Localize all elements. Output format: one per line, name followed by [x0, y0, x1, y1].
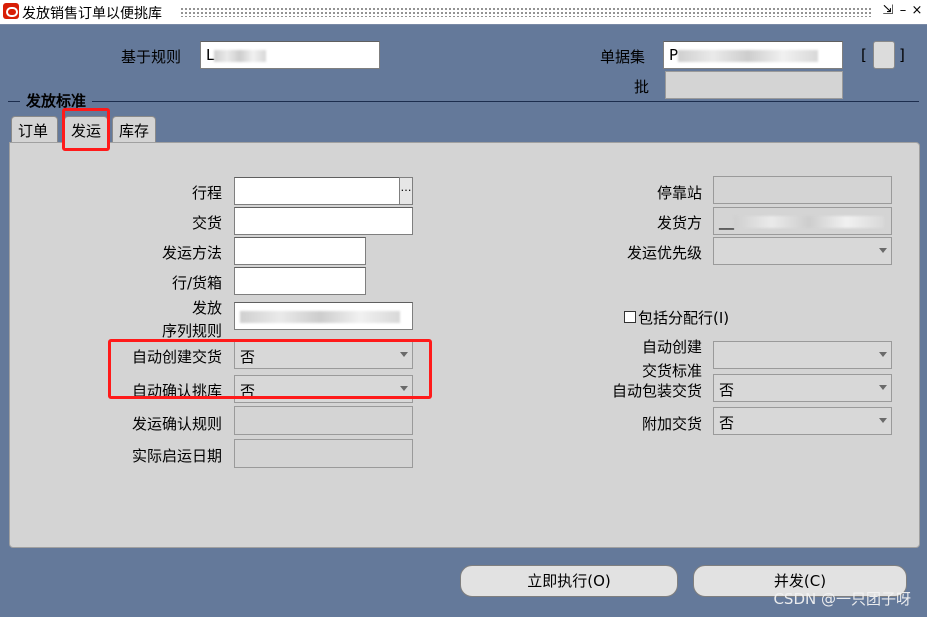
batch-label: 批 [634, 78, 650, 96]
docset-label: 单据集 [600, 48, 646, 66]
auto-pick-confirm-select[interactable]: 否 [234, 375, 413, 403]
dropdown-arrow-icon [879, 352, 887, 357]
watermark-text: CSDN @一只团子呀 [773, 590, 911, 608]
release-seq-label-line2: 序列规则 [161, 322, 222, 340]
ship-from-field: __ [713, 207, 892, 235]
ship-method-label: 发运方法 [161, 244, 222, 262]
titlebar-grip [180, 7, 872, 17]
dropdown-arrow-icon [879, 385, 887, 390]
bracket-left: [ [861, 46, 867, 64]
delivery-field[interactable] [234, 207, 413, 235]
auto-create-criteria-label-line2: 交货标准 [641, 362, 702, 380]
bracket-right: ] [899, 46, 905, 64]
window-titlebar: 发放销售订单以便挑库 ⇲ – × [0, 0, 927, 25]
stop-label: 停靠站 [656, 184, 702, 202]
include-assigned-label: 包括分配行(I) [638, 309, 730, 327]
auto-pick-confirm-value: 否 [240, 382, 256, 400]
append-delivery-select[interactable]: 否 [713, 407, 892, 435]
include-assigned-checkbox[interactable] [624, 311, 636, 323]
auto-create-criteria-select[interactable] [713, 341, 892, 369]
tab-shipping[interactable]: 发运 [64, 116, 108, 143]
ship-priority-select[interactable] [713, 237, 892, 265]
ship-confirm-rule-label: 发运确认规则 [131, 415, 222, 433]
section-divider [8, 101, 919, 102]
line-container-field[interactable] [234, 267, 366, 295]
auto-create-criteria-label-line1: 自动创建 [641, 338, 702, 356]
dropdown-arrow-icon [400, 352, 408, 357]
actual-depart-date-field [234, 439, 413, 468]
release-seq-field[interactable] [234, 302, 413, 330]
ship-method-field[interactable] [234, 237, 366, 265]
redacted-text [678, 49, 819, 62]
auto-pack-value: 否 [719, 381, 735, 399]
ship-from-label: 发货方 [656, 214, 702, 232]
execute-now-button[interactable]: 立即执行(O) [460, 565, 678, 597]
line-container-label: 行/货箱 [171, 274, 222, 292]
restore-icon[interactable]: ⇲ [880, 3, 896, 19]
append-delivery-label: 附加交货 [641, 415, 702, 433]
ship-confirm-rule-field [234, 406, 413, 435]
dropdown-arrow-icon [879, 418, 887, 423]
tab-inventory[interactable]: 库存 [112, 116, 156, 143]
oracle-logo-icon [3, 3, 19, 19]
auto-create-delivery-select[interactable]: 否 [234, 341, 413, 369]
redacted-text [214, 49, 267, 62]
docset-field[interactable]: P [663, 41, 843, 69]
redacted-text [240, 310, 400, 323]
stop-field [713, 176, 892, 204]
append-delivery-value: 否 [719, 414, 735, 432]
auto-create-delivery-value: 否 [240, 348, 256, 366]
actual-depart-date-label: 实际启运日期 [131, 447, 222, 465]
release-seq-label-line1: 发放 [191, 299, 222, 317]
trip-label: 行程 [191, 184, 222, 202]
delivery-label: 交货 [191, 214, 222, 232]
auto-create-delivery-label: 自动创建交货 [131, 348, 222, 366]
rule-field[interactable]: L [200, 41, 380, 69]
dropdown-arrow-icon [879, 248, 887, 253]
close-icon[interactable]: × [909, 3, 925, 19]
trip-field[interactable] [234, 177, 400, 205]
trip-lov-button[interactable]: … [399, 177, 413, 205]
redacted-text [734, 215, 884, 228]
ship-from-value: __ [719, 212, 734, 230]
dropdown-arrow-icon [400, 386, 408, 391]
docset-value: P [669, 46, 679, 64]
rule-value: L [206, 46, 215, 64]
ship-priority-label: 发运优先级 [626, 244, 702, 262]
auto-pick-confirm-label: 自动确认挑库 [131, 382, 222, 400]
rule-label: 基于规则 [121, 48, 182, 66]
auto-pack-select[interactable]: 否 [713, 374, 892, 402]
auto-pack-label: 自动包装交货 [611, 382, 702, 400]
section-title: 发放标准 [20, 93, 93, 109]
batch-field [665, 71, 843, 99]
docset-flex-button[interactable] [873, 41, 895, 69]
tab-order[interactable]: 订单 [11, 116, 58, 143]
window-title: 发放销售订单以便挑库 [22, 6, 162, 22]
